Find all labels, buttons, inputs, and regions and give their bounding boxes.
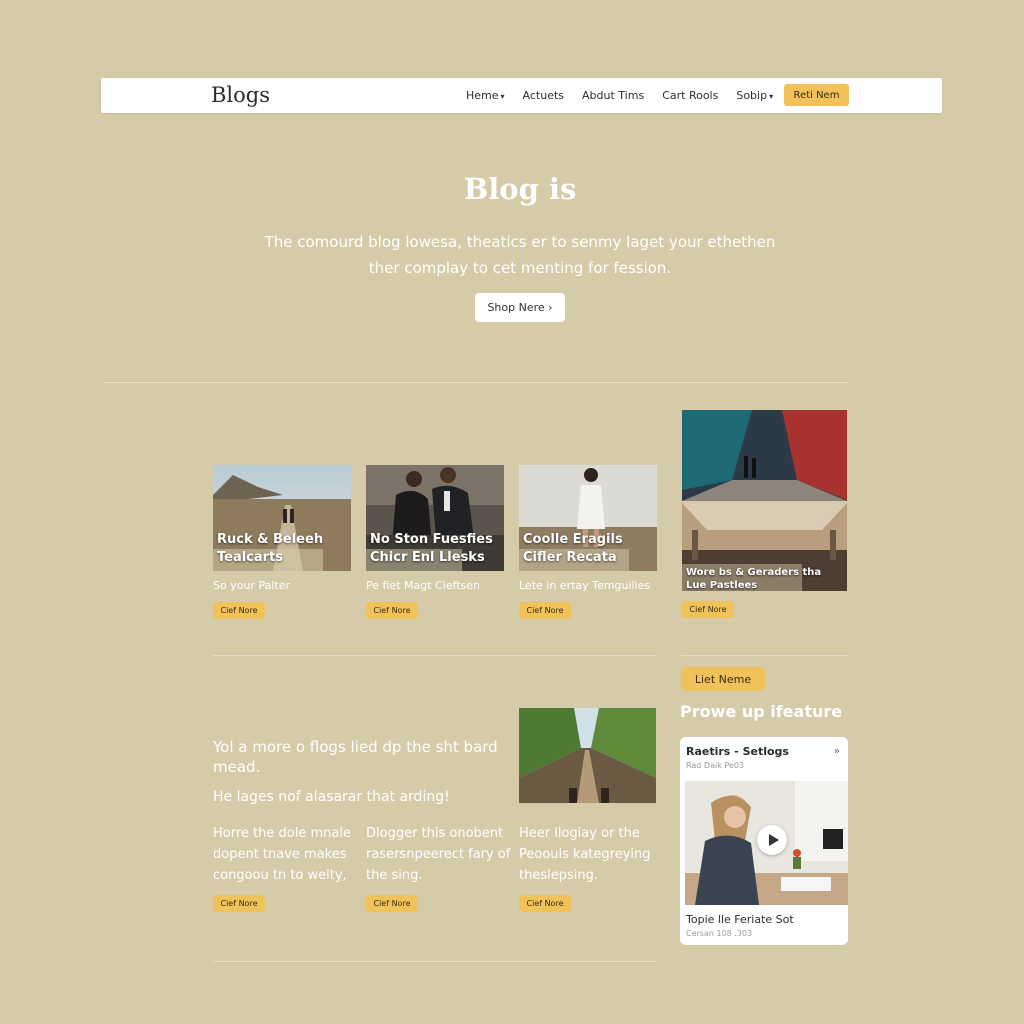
chevron-down-icon: ▾ [769,92,774,101]
card-description: Pe fiet Magt Cieftsen [366,579,481,592]
card-caption: Ruck & Beleeh Tealcarts [217,532,324,565]
share-icon[interactable]: » [834,746,840,757]
nav-link-cart[interactable]: Cart Rools [662,89,718,102]
nav-link-about[interactable]: Abdut Tims [582,89,644,102]
hero-shop-button[interactable]: Shop Nere › [475,293,565,322]
video-thumbnail[interactable] [685,781,848,905]
nav-link-label: Heme [466,89,499,102]
section-divider [213,961,656,962]
read-more-button[interactable]: Cief Nore [682,601,734,618]
nav-link-actuets[interactable]: Actuets [523,89,564,102]
lower-heading: Yol a more o flogs lied dp the sht bard … [213,738,498,776]
video-title: Raetirs - Setlogs [686,745,789,758]
nav-link-sobip[interactable]: Sobip ▾ [736,89,773,102]
hero-subtitle: The comourd blog lowesa, theatics er to … [264,233,776,277]
video-meta: Rad Daik Pe03 [686,761,745,770]
nav-link-label: Actuets [522,89,565,102]
lower-column: Horre the dole mnale dopent tnave makes … [213,823,358,913]
blog-card[interactable]: No Ston Fuesfies Chicr Enl Llesks Pe fie… [366,465,504,619]
read-more-button[interactable]: Cief Nore [366,895,418,912]
column-text: Dlogger this onobent rasersnpeerect fary… [366,826,511,883]
card-image[interactable]: Coolle Eragils Cifler Recata [519,465,657,571]
featured-card-image[interactable]: Wore bs & Geraders tha Lue Pastlees [682,410,847,591]
read-more-button[interactable]: Cief Nore [366,602,418,619]
featured-card-caption: Wore bs & Geraders tha Lue Pastlees [686,567,822,591]
blog-card[interactable]: Coolle Eragils Cifler Recata Lete in ert… [519,465,657,619]
hero-title: Blog is [463,172,577,206]
nav-links: Heme ▾ Actuets Abdut Tims Cart Rools Sobi… [466,78,773,113]
card-description: Lete in ertay Temguilies [519,579,651,592]
lower-column: Dlogger this onobent rasersnpeerect fary… [366,823,511,913]
read-more-button[interactable]: Cief Nore [519,602,571,619]
section-divider [104,382,848,383]
card-description: So your Palter [213,579,290,592]
sidebar-heading: Prowe up ifeature [680,702,843,721]
card-image[interactable]: Ruck & Beleeh Tealcarts [213,465,351,571]
column-text: Horre the dole mnale dopent tnave makes … [213,826,351,883]
read-more-button[interactable]: Cief Nore [213,895,265,912]
path-image[interactable] [519,708,656,803]
section-divider [213,655,656,656]
lower-subheading: He lages nof alasarar that arding! [213,789,450,805]
featured-blog-card[interactable]: Wore bs & Geraders tha Lue Pastlees Cief… [682,410,847,618]
video-footer-meta: Cersan 108 .303 [686,929,753,938]
column-text: Heer llogiay or the Peoouls kategreying … [519,826,651,883]
top-navbar: Blogs Heme ▾ Actuets Abdut Tims Cart Rool… [101,78,942,113]
nav-link-label: Abdut Tims [582,89,645,102]
nav-link-home[interactable]: Heme ▾ [466,89,505,102]
video-footer-title: Topie lle Feriate Sot [686,913,794,926]
nav-link-label: Sobip [736,89,768,102]
card-caption: No Ston Fuesfies Chicr Enl Llesks [370,532,493,565]
read-more-button[interactable]: Cief Nore [519,895,571,912]
read-more-button[interactable]: Cief Nore [213,602,265,619]
card-image[interactable]: No Ston Fuesfies Chicr Enl Llesks [366,465,504,571]
chevron-down-icon: ▾ [500,92,505,101]
nav-link-label: Cart Rools [662,89,719,102]
site-logo[interactable]: Blogs [211,83,270,107]
sidebar-divider [681,655,848,656]
nav-cta-button[interactable]: Reti Nem [784,84,849,106]
sidebar-list-button[interactable]: Liet Neme [681,667,765,691]
card-caption: Coolle Eragils Cifler Recata [523,532,623,565]
video-card[interactable]: Raetirs - Setlogs Rad Daik Pe03 » Topie … [680,737,848,945]
play-icon[interactable] [757,825,787,855]
blog-card[interactable]: Ruck & Beleeh Tealcarts So your Palter C… [213,465,351,619]
lower-column: Heer llogiay or the Peoouls kategreying … [519,823,664,913]
